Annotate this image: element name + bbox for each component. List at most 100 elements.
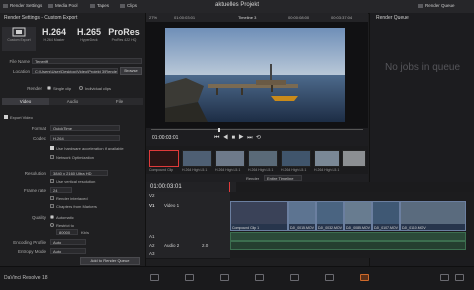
timeline-clip[interactable]: DJI_0107.MOV (372, 201, 400, 231)
play-icon[interactable]: ▶ (238, 135, 243, 141)
individual-clips-radio[interactable] (79, 86, 83, 90)
quality-auto-radio[interactable] (50, 215, 54, 219)
video-viewer[interactable] (146, 22, 368, 128)
entropy-mode-label: Entropy Mode (17, 249, 46, 254)
vertical-res-checkbox[interactable] (50, 179, 54, 183)
rewind-icon[interactable]: ◀ (223, 135, 228, 141)
viewer-timecode-right: 00:00:08:00 (288, 15, 310, 20)
loop-icon[interactable]: ⟲ (256, 135, 261, 141)
timeline: V2 V1 Video 1 A1 A2 Audio 2 2.0 A3 Compo… (146, 192, 474, 259)
project-title: aktuelles Projekt (214, 2, 260, 8)
edit-page-icon[interactable] (220, 274, 229, 281)
codec-select[interactable]: H.264 (50, 135, 120, 141)
location-label: Location (12, 69, 30, 74)
preset-h264[interactable]: H.264 H.264 Master (37, 27, 71, 51)
timeline-clip-compound[interactable]: Compound Clip 1 (230, 201, 288, 231)
render-queue-icon (418, 3, 423, 8)
preset-h265[interactable]: H.265 HyperDeck (72, 27, 106, 51)
skip-forward-icon[interactable]: ⏭ (247, 135, 252, 141)
deliver-page-icon[interactable] (360, 274, 369, 281)
track-a2-name: Audio 2 (164, 243, 180, 248)
timeline-clip[interactable]: DJI_0110.MOV (400, 201, 466, 231)
restrict-unit: Kb/s (81, 230, 90, 235)
codec-label: Codec (32, 136, 46, 141)
clip-thumb-07[interactable] (342, 150, 366, 167)
fusion-page-icon[interactable] (255, 274, 264, 281)
color-page-icon[interactable] (290, 274, 299, 281)
timeline-name[interactable]: Timeline 3 (238, 15, 256, 20)
transport-bar: 01:00:03:01 ⏮ ◀ ■ ▶ ⏭ ⟲ (146, 128, 368, 146)
export-video-label: Export Video (10, 115, 33, 120)
viewer-header: 27% 01:00:03:01 Timeline 3 00:00:08:00 0… (146, 13, 368, 22)
location-field[interactable]: C:\Users\User\Desktop\Video\Projekt 3\Re… (32, 68, 118, 74)
skip-back-icon[interactable]: ⏮ (214, 135, 219, 141)
tab-audio[interactable]: Audio (49, 98, 96, 105)
audio-clip-a2[interactable] (230, 241, 466, 250)
clip-thumb-04[interactable] (248, 150, 278, 167)
cut-page-icon[interactable] (185, 274, 194, 281)
playhead-timecode: 01:00:03:01 (152, 135, 179, 141)
restrict-value-field[interactable]: 80000 (56, 229, 78, 235)
clip-label-03: H.264 High L5.1 (215, 168, 241, 172)
individual-clips-label: Individual clips (85, 86, 112, 91)
page-navigation-bar: DaVinci Resolve 18 (0, 266, 474, 290)
timeline-clip[interactable]: DJI_0032.MOV (316, 201, 344, 231)
chapters-label: Chapters from Markers (56, 204, 97, 209)
network-opt-checkbox[interactable] (50, 155, 54, 159)
preset-prores[interactable]: ProRes ProRes 422 HQ (107, 27, 141, 51)
preset-custom-icon (2, 27, 36, 38)
media-page-icon[interactable] (150, 274, 159, 281)
settings-tabs: Video Audio File (2, 98, 143, 105)
timeline-clip-label: Compound Clip 1 (232, 226, 260, 230)
timeline-clip-label: DJI_0032.MOV (318, 226, 342, 230)
fairlight-page-icon[interactable] (325, 274, 334, 281)
timeline-ruler[interactable] (236, 182, 474, 192)
browse-button[interactable]: Browse (120, 67, 142, 75)
audio-clip-a1[interactable] (230, 232, 466, 241)
tab-video[interactable]: Video (2, 98, 49, 105)
scrub-bar[interactable] (151, 129, 363, 130)
render-queue-empty: No jobs in queue (384, 62, 461, 73)
chapters-checkbox[interactable] (50, 204, 54, 208)
scrub-playhead[interactable] (218, 128, 220, 132)
clip-thumb-03[interactable] (215, 150, 245, 167)
vertical-res-label: Use vertical resolution (56, 179, 96, 184)
hw-accel-label: Use hardware acceleration if available (56, 146, 124, 151)
frame-rate-select[interactable]: 24 (50, 187, 72, 193)
track-a1-label: A1 (149, 234, 155, 239)
format-select[interactable]: QuickTime (50, 125, 120, 131)
preset-custom-export[interactable]: Custom Export (2, 27, 36, 51)
single-clip-label: Single clip (53, 86, 72, 91)
home-icon[interactable] (440, 274, 449, 281)
track-v1-name: Video 1 (164, 203, 180, 208)
timeline-clip[interactable]: DJI_0015.MOV (288, 201, 316, 231)
viewer-zoom[interactable]: 27% (149, 15, 157, 20)
add-to-render-queue-button[interactable]: Add to Render Queue (80, 257, 140, 265)
clip-label-04: H.264 High L5.1 (248, 168, 274, 172)
clip-thumb-02[interactable] (182, 150, 212, 167)
render-range-select[interactable]: Entire Timeline (264, 175, 302, 181)
interlaced-checkbox[interactable] (50, 196, 54, 200)
stop-icon[interactable]: ■ (231, 135, 235, 141)
entropy-mode-select[interactable]: Auto (50, 248, 86, 254)
timeline-clip-label: DJI_0085.MOV (346, 226, 370, 230)
timeline-clip[interactable]: DJI_0085.MOV (344, 201, 372, 231)
resolution-select[interactable]: 3840 x 2160 Ultra HD (50, 170, 108, 176)
hw-accel-checkbox[interactable] (50, 146, 54, 150)
restrict-to-radio[interactable] (50, 223, 54, 227)
clip-thumb-05[interactable] (281, 150, 311, 167)
settings-icon[interactable] (455, 274, 464, 281)
tab-file[interactable]: File (96, 98, 143, 105)
export-video-checkbox[interactable] (4, 115, 8, 119)
transport-controls: ⏮ ◀ ■ ▶ ⏭ ⟲ (214, 134, 261, 142)
clip-thumb-06[interactable] (314, 150, 340, 167)
interlaced-label: Render interlaced (56, 196, 88, 201)
viewer-timecode-left: 01:00:03:01 (174, 15, 196, 20)
render-queue-tab[interactable]: Render Queue (418, 3, 455, 8)
single-clip-radio[interactable] (47, 86, 51, 90)
clip-label-02: H.264 High L5.1 (182, 168, 208, 172)
clip-label-05: H.264 High L5.1 (281, 168, 307, 172)
file-name-field[interactable]: Teneriff (32, 58, 142, 64)
clip-thumb-01[interactable] (149, 150, 179, 167)
encoding-profile-select[interactable]: Auto (50, 239, 86, 245)
